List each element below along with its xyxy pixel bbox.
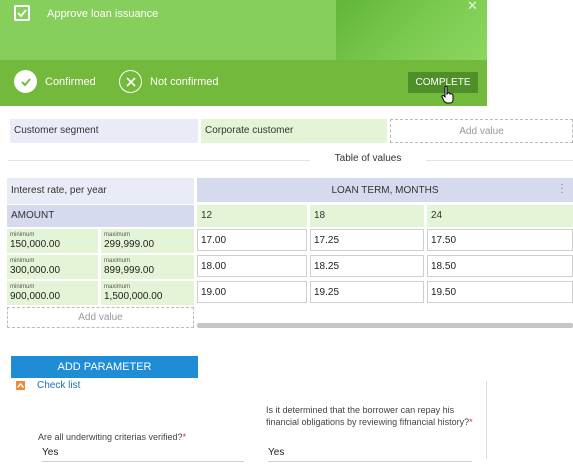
rate-cell[interactable]: 19.00: [197, 281, 307, 303]
rate-cell[interactable]: 18.25: [310, 255, 424, 277]
close-icon[interactable]: ✕: [467, 0, 478, 14]
customer-segment-value[interactable]: Corporate customer: [201, 119, 387, 143]
confirmed-option[interactable]: Confirmed: [14, 70, 96, 93]
interest-rate-header: Interest rate, per year: [7, 178, 194, 204]
confirmed-option-label: Confirmed: [45, 75, 96, 88]
question-text: Are all underwiting criterias verified?: [38, 432, 183, 442]
horizontal-scrollbar[interactable]: [197, 323, 573, 328]
max-caption: maximum: [104, 284, 131, 290]
max-value: 299,999.00: [104, 239, 155, 250]
term-column-header[interactable]: 18: [310, 205, 424, 227]
table-title-divider: [8, 160, 573, 161]
task-panel-decoration: [336, 0, 487, 60]
term-column-header[interactable]: 12: [197, 205, 307, 227]
collapse-chevron-icon[interactable]: [16, 381, 25, 390]
checkmark-icon: [14, 70, 37, 93]
checklist-question: Are all underwiting criterias verified?*: [38, 431, 238, 443]
add-parameter-button[interactable]: ADD PARAMETER: [11, 356, 198, 378]
min-caption: minimum: [10, 232, 35, 238]
column-divider: [486, 381, 487, 459]
amount-max-cell[interactable]: maximum 299,999.00: [101, 229, 194, 253]
min-value: 150,000.00: [10, 239, 61, 250]
question-text: Is it determined that the borrower can r…: [266, 405, 470, 427]
max-caption: maximum: [104, 232, 131, 238]
rate-cell[interactable]: 18.50: [427, 255, 573, 277]
amount-min-cell[interactable]: minimum 300,000.00: [7, 255, 98, 279]
rate-cell[interactable]: 18.00: [197, 255, 307, 277]
rate-cell[interactable]: 17.00: [197, 229, 307, 251]
max-caption: maximum: [104, 258, 131, 264]
hand-cursor-icon: [441, 85, 455, 106]
task-checkbox-icon[interactable]: [14, 5, 30, 21]
amount-header: AMOUNT: [7, 205, 194, 227]
loan-term-header: LOAN TERM, MONTHS: [197, 178, 573, 202]
checklist-title[interactable]: Check list: [37, 380, 80, 391]
amount-min-cell[interactable]: minimum 150,000.00: [7, 229, 98, 253]
add-segment-value-button[interactable]: Add value: [390, 119, 573, 143]
not-confirmed-option[interactable]: Not confirmed: [119, 70, 218, 93]
min-value: 900,000.00: [10, 291, 61, 302]
amount-min-cell[interactable]: minimum 900,000.00: [7, 281, 98, 305]
task-panel: Approve loan issuance ✕ Confirmed Not co…: [0, 0, 487, 106]
required-marker: *: [182, 432, 187, 442]
x-icon: [119, 70, 142, 93]
max-value: 899,999.00: [104, 265, 155, 276]
amount-max-cell[interactable]: maximum 1,500,000.00: [101, 281, 194, 305]
rate-cell[interactable]: 19.25: [310, 281, 424, 303]
rate-cell[interactable]: 17.50: [427, 229, 573, 251]
add-amount-row-button[interactable]: Add value: [7, 307, 194, 328]
column-menu-icon[interactable]: · · ·: [559, 180, 565, 198]
min-caption: minimum: [10, 284, 35, 290]
customer-segment-label: Customer segment: [10, 119, 198, 143]
checklist-answer-field[interactable]: Yes: [42, 447, 244, 462]
checklist-answer-field[interactable]: Yes: [268, 447, 472, 462]
min-value: 300,000.00: [10, 265, 61, 276]
term-column-header[interactable]: 24: [427, 205, 573, 227]
rate-cell[interactable]: 19.50: [427, 281, 573, 303]
required-marker: *: [469, 417, 473, 427]
min-caption: minimum: [10, 258, 35, 264]
task-title: Approve loan issuance: [47, 8, 159, 20]
max-value: 1,500,000.00: [104, 291, 163, 302]
table-title: Table of values: [310, 153, 426, 164]
checklist-question: Is it determined that the borrower can r…: [266, 404, 481, 428]
not-confirmed-option-label: Not confirmed: [150, 75, 219, 88]
amount-max-cell[interactable]: maximum 899,999.00: [101, 255, 194, 279]
rate-cell[interactable]: 17.25: [310, 229, 424, 251]
